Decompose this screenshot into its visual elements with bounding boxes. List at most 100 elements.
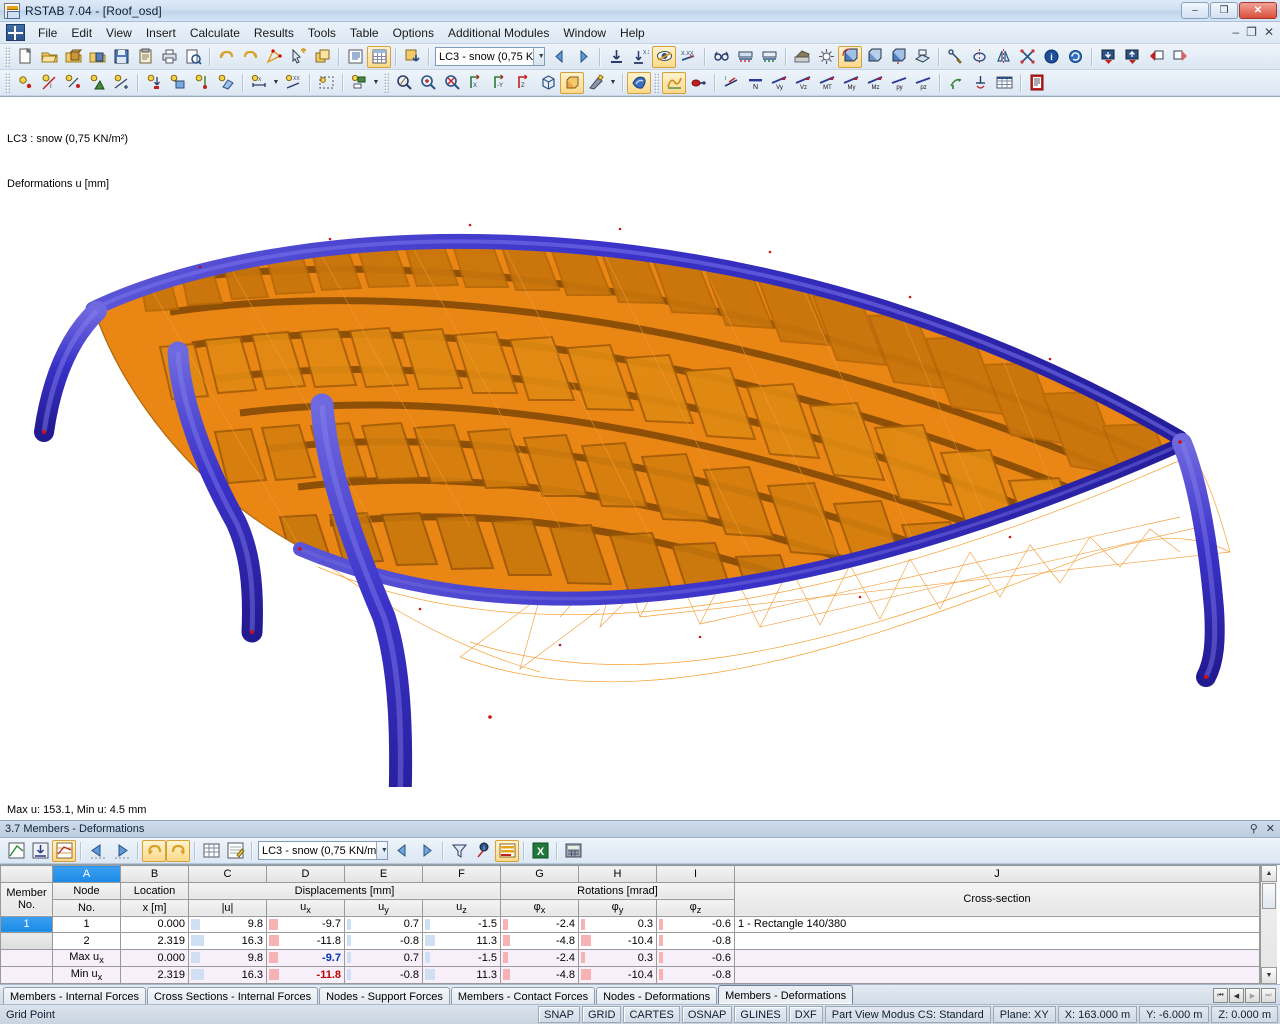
status-glines[interactable]: GLINES xyxy=(734,1006,787,1023)
zoom-in-icon[interactable] xyxy=(416,72,440,94)
restore-button[interactable]: ❐ xyxy=(1210,2,1238,19)
cell-u-abs[interactable]: 16.3 xyxy=(188,932,267,951)
print-preview-icon[interactable] xyxy=(181,46,205,68)
excel-export-icon[interactable]: X xyxy=(528,840,552,862)
col-letter-g[interactable]: G xyxy=(500,865,579,883)
select-rect-icon[interactable] xyxy=(314,72,338,94)
load-up-icon[interactable] xyxy=(1120,46,1144,68)
render-solid-icon[interactable] xyxy=(560,71,584,94)
col-letter-e[interactable]: E xyxy=(344,865,423,883)
cell-member-no[interactable] xyxy=(0,949,53,968)
cell-phiy[interactable]: -10.4 xyxy=(578,966,657,984)
node-icon[interactable] xyxy=(13,72,37,94)
cell-phix[interactable]: -4.8 xyxy=(500,932,579,951)
surface-load-icon[interactable] xyxy=(214,72,238,94)
cell-uz[interactable]: 11.3 xyxy=(422,966,501,984)
pin-icon[interactable]: ⚲ xyxy=(1250,822,1258,835)
cell-phiy[interactable]: 0.3 xyxy=(578,915,657,934)
menu-additional-modules[interactable]: Additional Modules xyxy=(441,23,556,43)
highlight-icon[interactable] xyxy=(495,839,519,862)
scroll-thumb[interactable] xyxy=(1262,883,1276,909)
cell-phiy[interactable]: 0.3 xyxy=(578,949,657,968)
col-letter-h[interactable]: H xyxy=(578,865,657,883)
cell-member-no[interactable]: 1 xyxy=(0,915,53,934)
force-mz-icon[interactable]: Mz xyxy=(863,72,887,94)
cell-member-no[interactable] xyxy=(0,932,53,951)
menu-table[interactable]: Table xyxy=(343,23,386,43)
edit-note-icon[interactable] xyxy=(223,840,247,862)
cell-ux[interactable]: -11.8 xyxy=(266,966,345,984)
relation-icon[interactable] xyxy=(686,72,710,94)
result-up-icon[interactable]: X.XX xyxy=(628,46,652,68)
model-viewport[interactable]: LC3 : snow (0,75 KN/m²) Deformations u [… xyxy=(0,96,1280,820)
table-vertical-scrollbar[interactable]: ▲ ▼ xyxy=(1260,865,1277,984)
zoom-region-icon[interactable] xyxy=(392,72,416,94)
undo-table-icon[interactable] xyxy=(142,839,166,862)
load-left-icon[interactable] xyxy=(1144,46,1168,68)
table-load-case-combo[interactable]: LC3 - snow (0,75 KN/m ▼ xyxy=(258,841,388,860)
grid-body[interactable]: 1 1 0.000 9.8 -9.7 0.7 -1.5 -2.4 0.3 -0.6 1 - Rect… xyxy=(0,915,1260,984)
scroll-track[interactable] xyxy=(1261,910,1277,967)
deformation-icon[interactable] xyxy=(662,71,686,94)
open-project-icon[interactable] xyxy=(61,46,85,68)
support-icon[interactable] xyxy=(85,72,109,94)
cell-cross-section[interactable] xyxy=(734,932,1260,951)
load-icon[interactable] xyxy=(142,72,166,94)
import-icon[interactable] xyxy=(400,46,424,68)
info-table-icon[interactable]: i xyxy=(471,840,495,862)
mdi-restore-button[interactable]: ❐ xyxy=(1246,25,1257,39)
cell-ux[interactable]: -11.8 xyxy=(266,932,345,951)
line-icon[interactable]: I xyxy=(37,72,61,94)
table-results-icon[interactable] xyxy=(52,839,76,862)
edit-model-icon[interactable] xyxy=(262,46,286,68)
tab-nodes-deformations[interactable]: Nodes - Deformations xyxy=(596,987,718,1004)
support-force-icon[interactable] xyxy=(733,46,757,68)
3d-render-icon[interactable] xyxy=(627,71,651,94)
table-row[interactable]: 2 2.319 16.3 -11.8 -0.8 11.3 -4.8 -10.4 -0.8 xyxy=(0,932,1260,951)
redo-table-icon[interactable] xyxy=(166,839,190,862)
first-record-button[interactable]: ⏮ xyxy=(1213,988,1228,1003)
view-y-icon[interactable]: -Y xyxy=(488,72,512,94)
col-letter-i[interactable]: I xyxy=(656,865,735,883)
cell-node-no[interactable]: Max ux xyxy=(52,949,121,968)
zoom-out-icon[interactable] xyxy=(440,72,464,94)
prev-load-case-icon[interactable] xyxy=(547,46,571,68)
isometric-icon[interactable] xyxy=(536,72,560,94)
cell-location-x[interactable]: 2.319 xyxy=(120,932,189,951)
cell-uy[interactable]: -0.8 xyxy=(344,932,423,951)
close-panel-icon[interactable]: ✕ xyxy=(1266,822,1275,835)
open-file-icon[interactable] xyxy=(37,46,61,68)
cell-phix[interactable]: -2.4 xyxy=(500,915,579,934)
nodal-load-icon[interactable] xyxy=(190,72,214,94)
table-row[interactable]: 1 1 0.000 9.8 -9.7 0.7 -1.5 -2.4 0.3 -0.6 1 - Rect… xyxy=(0,915,1260,934)
mdi-minimize-button[interactable]: – xyxy=(1232,25,1239,39)
deformations-grid[interactable]: A B C D E F G H I J Member No. Node Loca… xyxy=(0,865,1260,984)
cell-location-x[interactable]: 2.319 xyxy=(120,966,189,984)
print-icon[interactable] xyxy=(157,46,181,68)
view-z-icon[interactable]: Z xyxy=(512,72,536,94)
tab-members-internal-forces[interactable]: Members - Internal Forces xyxy=(3,987,146,1004)
chevron-down-icon[interactable]: ▼ xyxy=(376,842,387,859)
cell-phiz[interactable]: -0.8 xyxy=(656,932,735,951)
tab-nodes-support-forces[interactable]: Nodes - Support Forces xyxy=(319,987,450,1004)
cell-cross-section[interactable] xyxy=(734,966,1260,984)
result-table-icon[interactable] xyxy=(992,72,1016,94)
table-import-icon[interactable] xyxy=(28,840,52,862)
tab-members-contact-forces[interactable]: Members - Contact Forces xyxy=(450,987,596,1004)
deformation-result-icon[interactable] xyxy=(944,72,968,94)
cell-phix[interactable]: -2.4 xyxy=(500,949,579,968)
rotate-3d-icon[interactable] xyxy=(838,45,862,68)
light-icon[interactable] xyxy=(814,46,838,68)
axial-icon[interactable]: I xyxy=(719,72,743,94)
rotate-x-icon[interactable] xyxy=(862,46,886,68)
display-props-icon[interactable] xyxy=(584,72,608,94)
refresh-icon[interactable] xyxy=(1063,46,1087,68)
col-letter-a[interactable]: A xyxy=(52,865,121,883)
cell-phiy[interactable]: -10.4 xyxy=(578,932,657,951)
cell-ux[interactable]: -9.7 xyxy=(266,949,345,968)
status-osnap[interactable]: OSNAP xyxy=(681,1006,733,1023)
force-vy-icon[interactable]: Vy xyxy=(767,72,791,94)
rotate-y-icon[interactable] xyxy=(886,46,910,68)
list-view-icon[interactable] xyxy=(343,46,367,68)
minimize-button[interactable]: – xyxy=(1181,2,1209,19)
